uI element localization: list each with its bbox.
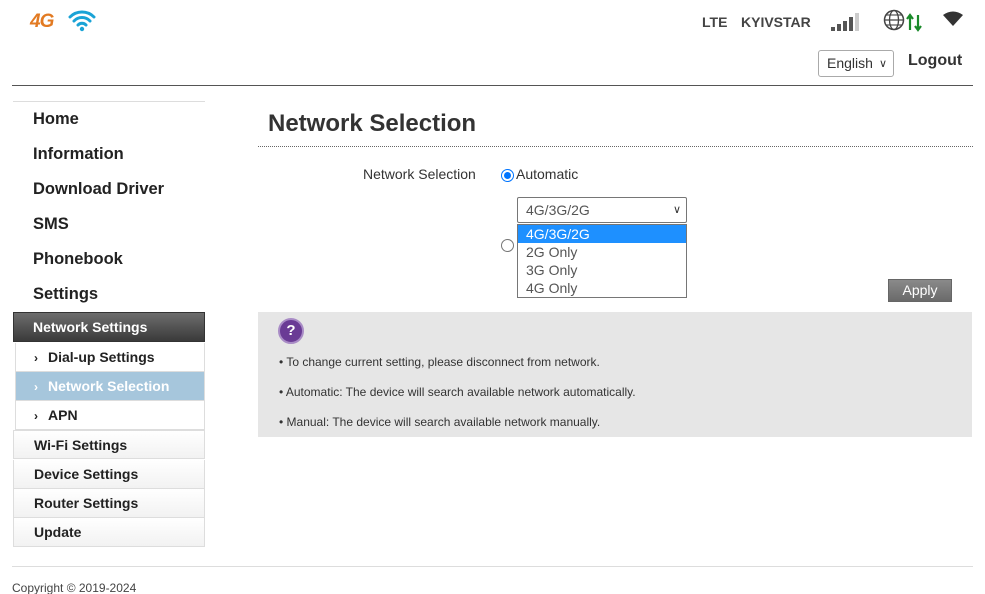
chevron-right-icon: › bbox=[34, 351, 38, 365]
chevron-right-icon: › bbox=[34, 409, 38, 423]
sidebar-item-home[interactable]: Home bbox=[33, 110, 79, 129]
help-line: • Automatic: The device will search avai… bbox=[279, 385, 636, 399]
help-line: • Manual: The device will search availab… bbox=[279, 415, 601, 429]
chevron-right-icon: › bbox=[34, 380, 38, 394]
chevron-down-icon: ∨ bbox=[672, 204, 681, 216]
sidebar-item-sms[interactable]: SMS bbox=[33, 215, 69, 234]
sidebar-subitem-network-selection[interactable]: › Network Selection bbox=[15, 372, 205, 401]
page-title: Network Selection bbox=[268, 110, 477, 137]
sidebar-item-wifi-settings[interactable]: Wi-Fi Settings bbox=[13, 430, 205, 459]
copyright-text: Copyright © 2019-2024 bbox=[12, 581, 137, 594]
question-icon[interactable]: ? bbox=[278, 318, 304, 344]
title-divider bbox=[258, 146, 973, 147]
sidebar-item-router-settings[interactable]: Router Settings bbox=[13, 489, 205, 518]
language-select[interactable]: English ∨ bbox=[818, 50, 894, 77]
footer-divider bbox=[12, 566, 973, 567]
help-panel: ? • To change current setting, please di… bbox=[258, 312, 972, 437]
logo-wifi-icon bbox=[68, 10, 96, 32]
network-mode-select-value: 4G/3G/2G bbox=[526, 202, 590, 218]
sidebar-item-settings[interactable]: Settings bbox=[33, 285, 98, 304]
sidebar-item-information[interactable]: Information bbox=[33, 145, 124, 164]
wifi-status-icon bbox=[943, 11, 963, 26]
network-mode-dropdown: 4G/3G/2G 2G Only 3G Only 4G Only bbox=[517, 224, 687, 298]
sidebar-top-divider bbox=[13, 101, 205, 102]
logo-4g-text: 4G bbox=[30, 11, 54, 32]
sidebar-section-network-settings[interactable]: Network Settings bbox=[13, 312, 205, 342]
brand-logo: 4G bbox=[30, 8, 96, 34]
sidebar-subitem-label: Network Selection bbox=[48, 378, 170, 394]
help-line: • To change current setting, please disc… bbox=[279, 355, 600, 369]
sidebar-item-download-driver[interactable]: Download Driver bbox=[33, 180, 164, 199]
dropdown-option-2g-only[interactable]: 2G Only bbox=[518, 243, 686, 261]
sidebar-subitem-dialup-settings[interactable]: › Dial-up Settings bbox=[15, 343, 205, 372]
sidebar-item-phonebook[interactable]: Phonebook bbox=[33, 250, 123, 269]
automatic-radio[interactable] bbox=[501, 169, 514, 182]
sidebar-subitem-apn[interactable]: › APN bbox=[15, 401, 205, 430]
chevron-down-icon: ∨ bbox=[878, 58, 887, 70]
header-divider bbox=[12, 85, 973, 86]
carrier-name: KYIVSTAR bbox=[741, 14, 811, 30]
sidebar-item-update[interactable]: Update bbox=[13, 518, 205, 547]
network-mode-select[interactable]: 4G/3G/2G ∨ bbox=[517, 197, 687, 223]
manual-radio[interactable] bbox=[501, 239, 514, 252]
sidebar-subitem-label: Dial-up Settings bbox=[48, 349, 155, 365]
network-type-label: LTE bbox=[702, 14, 728, 30]
signal-strength-icon bbox=[831, 13, 859, 31]
language-select-value: English bbox=[827, 55, 873, 71]
sidebar-item-device-settings[interactable]: Device Settings bbox=[13, 460, 205, 489]
sidebar-subitem-label: APN bbox=[48, 407, 78, 423]
dropdown-option-4g3g2g[interactable]: 4G/3G/2G bbox=[518, 225, 686, 243]
network-selection-label: Network Selection bbox=[363, 166, 476, 182]
logout-link[interactable]: Logout bbox=[908, 52, 962, 70]
internet-globe-icon bbox=[883, 9, 922, 32]
automatic-radio-label[interactable]: Automatic bbox=[516, 166, 578, 182]
dropdown-option-4g-only[interactable]: 4G Only bbox=[518, 279, 686, 297]
dropdown-option-3g-only[interactable]: 3G Only bbox=[518, 261, 686, 279]
apply-button[interactable]: Apply bbox=[888, 279, 952, 302]
